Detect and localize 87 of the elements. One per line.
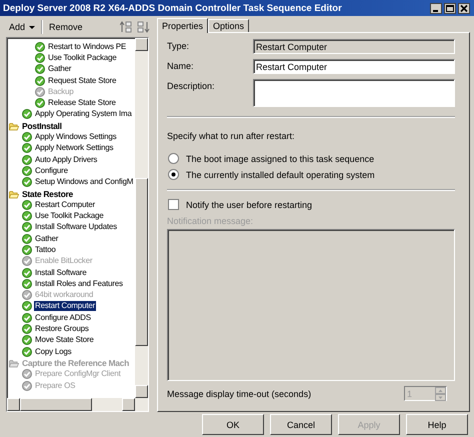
check-icon	[22, 200, 32, 210]
folder-icon	[9, 120, 19, 131]
check-icon	[22, 211, 32, 222]
tree-item[interactable]: Install Software	[34, 268, 88, 278]
move-up-icon[interactable]	[120, 20, 132, 34]
folder-icon	[9, 358, 19, 368]
section-label: Specify what to run after restart:	[167, 131, 296, 141]
tree-item[interactable]: Apply Operating System Ima	[34, 109, 133, 120]
close-button[interactable]	[458, 2, 470, 14]
tree-item[interactable]: Restore Groups	[34, 324, 90, 334]
tree-item[interactable]: Copy Logs	[34, 346, 72, 357]
check-icon	[22, 268, 32, 278]
tree-item[interactable]: Use Toolkit Package	[34, 211, 105, 222]
caret-icon	[29, 26, 36, 28]
field-label: Type:	[167, 40, 190, 51]
tree-item[interactable]: Gather	[34, 234, 60, 244]
dialog-button[interactable]: OK	[202, 414, 264, 435]
check-icon	[35, 42, 45, 52]
field-label: Description:	[167, 80, 216, 91]
tree-item[interactable]: Restart Computer	[34, 200, 96, 210]
check-icon	[22, 346, 32, 357]
tree-item[interactable]: Restart to Windows PE	[47, 42, 128, 52]
check-icon	[22, 301, 32, 312]
tree-item[interactable]: Gather	[47, 64, 72, 74]
tree-item[interactable]: Restart Computer	[34, 301, 96, 312]
name-field[interactable]: Restart Computer	[253, 59, 455, 74]
move-down-icon[interactable]	[137, 20, 150, 34]
dialog-button[interactable]: Help	[406, 414, 468, 435]
radio-button[interactable]	[168, 153, 179, 164]
check-icon	[22, 222, 32, 232]
tab[interactable]: Options	[208, 19, 250, 32]
check-icon	[35, 98, 45, 108]
radio-label: The boot image assigned to this task sequence	[186, 154, 374, 164]
check-icon	[22, 154, 32, 165]
check-icon	[22, 177, 32, 188]
disabled-step-icon	[22, 380, 32, 391]
horizontal-scrollbar[interactable]	[7, 398, 148, 411]
tree-item[interactable]: Configure ADDS	[34, 312, 92, 323]
field-label: Message display time-out (seconds)	[167, 388, 312, 398]
folder-icon	[9, 188, 19, 198]
tree-item[interactable]: Release State Store	[47, 98, 117, 108]
check-icon	[22, 166, 32, 176]
field-label: Notification message:	[167, 216, 254, 226]
dialog-button[interactable]: Cancel	[270, 414, 332, 435]
check-icon	[35, 52, 45, 63]
radio-label: The currently installed default operating system	[186, 170, 375, 180]
minimize-button[interactable]	[430, 2, 442, 14]
check-icon	[22, 132, 32, 142]
tree-item[interactable]: Auto Apply Drivers	[34, 154, 98, 165]
check-icon	[22, 324, 32, 334]
tree-item[interactable]: Tattoo	[34, 244, 57, 255]
remove-button[interactable]: Remove	[46, 21, 86, 33]
tab[interactable]: Properties	[157, 18, 208, 33]
tree-item[interactable]: Apply Network Settings	[34, 143, 114, 154]
tree-item[interactable]: Move State Store	[34, 335, 95, 346]
maximize-button[interactable]	[444, 2, 456, 14]
tree-group[interactable]: State Restore	[21, 188, 74, 198]
checkbox-label: Notify the user before restarting	[186, 200, 312, 210]
check-icon	[22, 109, 32, 120]
tree-item[interactable]: Install Roles and Features	[34, 278, 124, 289]
radio-button[interactable]	[168, 169, 179, 180]
tree-item[interactable]: Setup Windows and ConfigM	[34, 177, 134, 188]
check-icon	[22, 335, 32, 346]
check-icon	[35, 76, 45, 86]
disabled-step-icon	[22, 290, 32, 300]
check-icon	[22, 143, 32, 154]
disabled-step-icon	[22, 256, 32, 266]
check-icon	[22, 244, 32, 255]
tree-item[interactable]: Configure	[34, 166, 69, 176]
tree-item[interactable]: Use Toolkit Package	[47, 52, 118, 63]
check-icon	[22, 278, 32, 289]
vertical-scrollbar[interactable]	[135, 38, 148, 398]
checkbox[interactable]	[168, 199, 179, 210]
tree-item[interactable]: Apply Windows Settings	[34, 132, 118, 142]
window-title: Deploy Server 2008 R2 X64-ADDS Domain Controller Task Sequence Editor	[3, 2, 343, 14]
tree-group[interactable]: PostInstall	[21, 120, 63, 131]
check-icon	[22, 234, 32, 244]
type-field[interactable]: Restart Computer	[253, 39, 455, 54]
field-label: Name:	[167, 60, 195, 71]
check-icon	[35, 64, 45, 74]
tree-item[interactable]: Install Software Updates	[34, 222, 118, 232]
disabled-step-icon	[35, 86, 45, 97]
description-field[interactable]	[253, 79, 455, 107]
add-menu-button[interactable]: Add	[6, 21, 38, 33]
check-icon	[22, 312, 32, 323]
tree-item[interactable]: Request State Store	[47, 76, 118, 86]
disabled-step-icon	[22, 369, 32, 380]
